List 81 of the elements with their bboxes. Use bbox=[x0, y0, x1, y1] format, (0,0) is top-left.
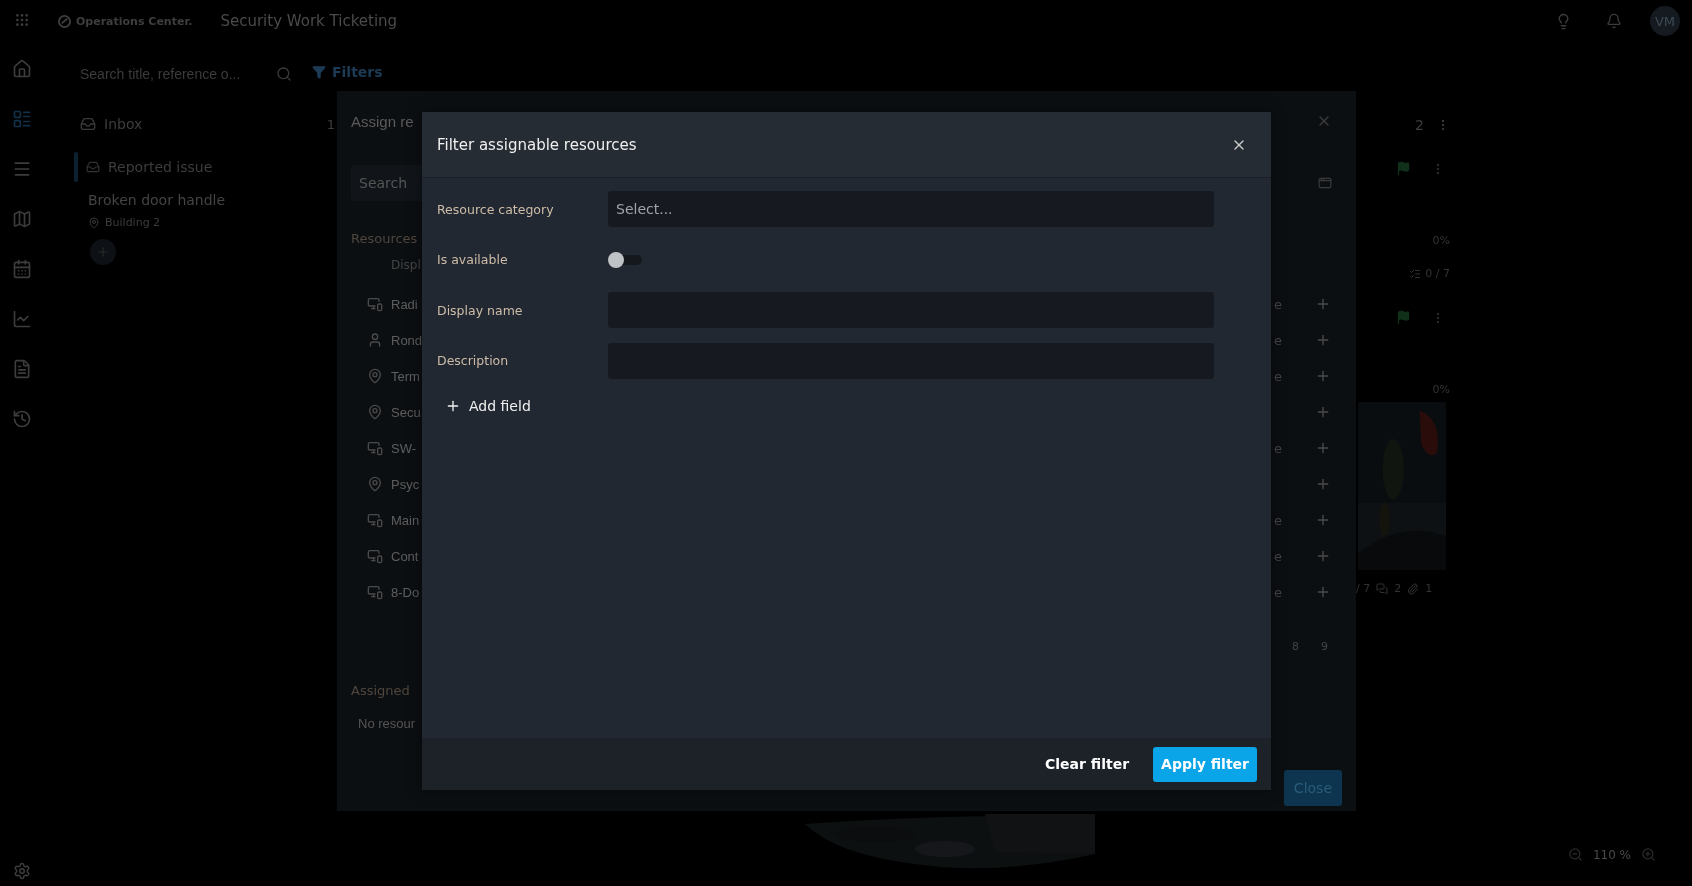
resource-name: Main bbox=[391, 512, 420, 528]
map-icon[interactable] bbox=[12, 209, 32, 229]
plus-icon bbox=[445, 398, 461, 414]
devices-icon bbox=[367, 296, 383, 312]
section-label: Assigned bbox=[351, 683, 410, 698]
home-icon[interactable] bbox=[12, 59, 32, 79]
flag-icon[interactable] bbox=[1396, 310, 1411, 325]
column-count: 2 bbox=[1415, 117, 1424, 133]
select-field[interactable]: Select... bbox=[608, 191, 1214, 228]
field-label: Resource category bbox=[437, 201, 555, 217]
add-field-button[interactable]: Add field bbox=[437, 390, 539, 422]
devices-icon bbox=[367, 440, 383, 456]
apply-filter-button[interactable]: Apply filter bbox=[1153, 746, 1257, 782]
resource-name: Radi bbox=[391, 296, 418, 312]
ticket-location: Building 2 bbox=[105, 216, 161, 229]
empty-text: No resour bbox=[358, 716, 416, 731]
resource-name: 8-Do bbox=[391, 584, 420, 600]
resource-name: Psyc bbox=[391, 476, 420, 492]
page-number[interactable]: 9 bbox=[1321, 640, 1328, 653]
add-icon[interactable] bbox=[1315, 440, 1331, 456]
filter-panel-icon[interactable] bbox=[1318, 176, 1332, 190]
inbox-icon bbox=[86, 160, 100, 174]
column-header: Displ bbox=[391, 258, 421, 272]
filter-icon bbox=[312, 65, 326, 79]
menu-icon[interactable] bbox=[12, 159, 32, 179]
add-icon[interactable] bbox=[1315, 584, 1331, 600]
section-label: Resources bbox=[351, 231, 418, 246]
add-icon[interactable] bbox=[1315, 548, 1331, 564]
add-icon[interactable] bbox=[1315, 512, 1331, 528]
location-pin-icon bbox=[367, 404, 383, 420]
list-icon[interactable] bbox=[12, 109, 32, 129]
add-icon[interactable] bbox=[1315, 332, 1331, 348]
devices-icon bbox=[367, 512, 383, 528]
inbox-label: Inbox bbox=[104, 116, 143, 132]
ticket-title: Broken door handle bbox=[88, 192, 226, 208]
dialog-title: Assign re bbox=[351, 112, 414, 130]
inbox-icon bbox=[80, 116, 96, 132]
field-label: Display name bbox=[437, 302, 524, 318]
location-pin-icon bbox=[367, 368, 383, 384]
zoom-out-icon[interactable] bbox=[1567, 847, 1583, 862]
app-title: Security Work Ticketing bbox=[220, 12, 398, 30]
settings-icon[interactable] bbox=[13, 862, 31, 880]
field-label: Is available bbox=[437, 252, 509, 268]
apps-grid-icon[interactable] bbox=[14, 12, 30, 28]
resource-name: Cont bbox=[391, 548, 419, 564]
document-icon[interactable] bbox=[12, 359, 32, 379]
search-icon bbox=[276, 66, 292, 82]
toggle-switch[interactable] bbox=[608, 254, 642, 265]
paperclip-icon bbox=[1407, 582, 1420, 595]
resource-name: SW- bbox=[391, 440, 417, 456]
location-pin-icon bbox=[88, 216, 100, 229]
zoom-level: 110 % bbox=[1592, 847, 1631, 862]
checklist-icon bbox=[1409, 267, 1422, 280]
resource-name: Term bbox=[391, 368, 420, 384]
history-icon[interactable] bbox=[12, 409, 32, 429]
chart-icon[interactable] bbox=[12, 309, 32, 329]
add-icon[interactable] bbox=[1315, 404, 1331, 420]
filters-button[interactable]: Filters bbox=[312, 64, 383, 80]
resource-name: Secu bbox=[391, 404, 421, 420]
page-number[interactable]: 8 bbox=[1292, 640, 1299, 653]
logo: Operations Center. bbox=[58, 14, 193, 28]
bell-icon[interactable] bbox=[1606, 13, 1622, 29]
calendar-icon[interactable] bbox=[12, 259, 32, 279]
zoom-in-icon[interactable] bbox=[1641, 847, 1656, 862]
devices-icon bbox=[367, 584, 383, 600]
inbox-count: 1 bbox=[326, 116, 335, 132]
ticket-category: Reported issue bbox=[108, 159, 213, 175]
comments-icon bbox=[1376, 582, 1389, 595]
add-icon[interactable] bbox=[1315, 296, 1331, 312]
search-field[interactable]: Search title, reference o... bbox=[80, 66, 270, 82]
add-icon[interactable] bbox=[1315, 476, 1331, 492]
dialog-title: Filter assignable resources bbox=[437, 135, 637, 154]
devices-icon bbox=[367, 548, 383, 564]
person-icon bbox=[367, 332, 383, 348]
location-pin-icon bbox=[367, 476, 383, 492]
field-label: Description bbox=[437, 353, 510, 369]
add-icon[interactable] bbox=[1315, 368, 1331, 384]
flag-icon[interactable] bbox=[1396, 161, 1411, 176]
clear-filter-button[interactable]: Clear filter bbox=[1041, 750, 1134, 778]
resource-name: Rond bbox=[391, 332, 423, 348]
add-button[interactable] bbox=[90, 239, 116, 265]
